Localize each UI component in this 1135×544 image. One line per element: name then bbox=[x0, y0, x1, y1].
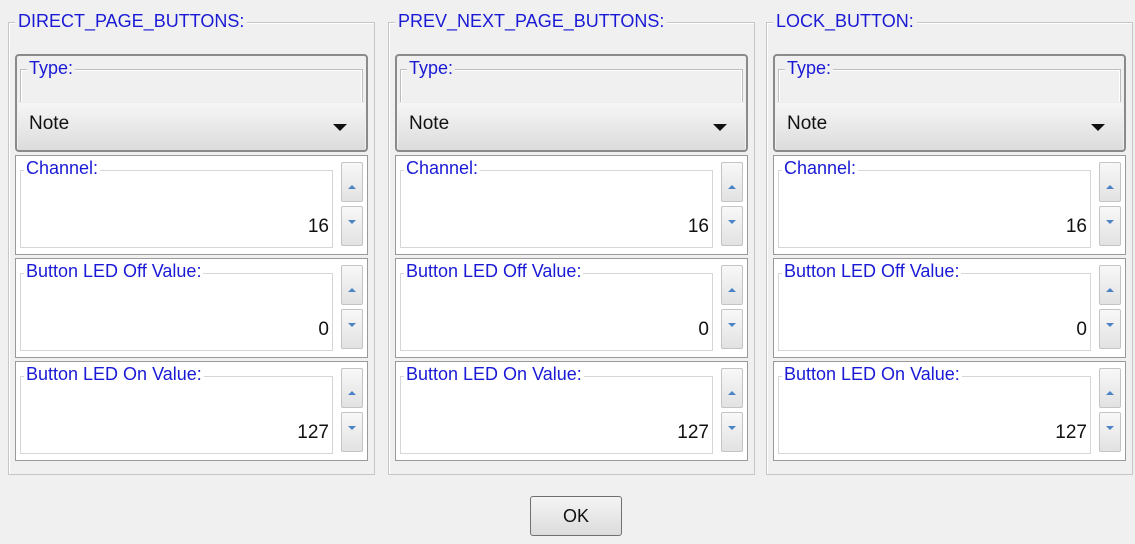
arrow-up-icon bbox=[1106, 391, 1114, 395]
channel-spinner: Channel: 16 bbox=[395, 155, 748, 255]
arrow-down-icon bbox=[348, 220, 356, 224]
increment-button[interactable] bbox=[721, 368, 743, 408]
led-off-value[interactable]: 0 bbox=[698, 319, 709, 341]
led-on-label: Button LED On Value: bbox=[24, 363, 204, 385]
type-box: Type: Note bbox=[395, 54, 748, 152]
decrement-button[interactable] bbox=[721, 206, 743, 246]
group-title: LOCK_BUTTON: bbox=[773, 9, 917, 33]
increment-button[interactable] bbox=[341, 368, 363, 408]
group-prev-next-page-buttons: PREV_NEXT_PAGE_BUTTONS: Type: Note Chann… bbox=[388, 9, 755, 475]
type-value: Note bbox=[29, 113, 70, 134]
arrow-up-icon bbox=[728, 185, 736, 189]
led-on-spinner: Button LED On Value: 127 bbox=[15, 361, 368, 461]
led-off-spinner: Button LED Off Value: 0 bbox=[773, 258, 1126, 358]
channel-label: Channel: bbox=[24, 157, 101, 179]
arrow-down-icon bbox=[1106, 323, 1114, 327]
type-box: Type: Note bbox=[15, 54, 368, 152]
increment-button[interactable] bbox=[1099, 265, 1121, 305]
arrow-down-icon bbox=[1106, 220, 1114, 224]
channel-label: Channel: bbox=[782, 157, 859, 179]
type-value: Note bbox=[787, 113, 828, 134]
led-off-spinner: Button LED Off Value: 0 bbox=[15, 258, 368, 358]
arrow-up-icon bbox=[348, 185, 356, 189]
type-label: Type: bbox=[407, 57, 456, 79]
decrement-button[interactable] bbox=[341, 412, 363, 452]
led-on-value[interactable]: 127 bbox=[1055, 422, 1087, 444]
decrement-button[interactable] bbox=[341, 206, 363, 246]
type-dropdown[interactable]: Note bbox=[18, 102, 365, 150]
arrow-up-icon bbox=[728, 288, 736, 292]
type-dropdown[interactable]: Note bbox=[776, 102, 1123, 150]
arrow-down-icon bbox=[728, 323, 736, 327]
led-off-value[interactable]: 0 bbox=[318, 319, 329, 341]
increment-button[interactable] bbox=[341, 162, 363, 202]
channel-spinner: Channel: 16 bbox=[15, 155, 368, 255]
group-direct-page-buttons: DIRECT_PAGE_BUTTONS: Type: Note Channel:… bbox=[8, 9, 375, 475]
decrement-button[interactable] bbox=[341, 309, 363, 349]
led-off-label: Button LED Off Value: bbox=[24, 260, 204, 282]
group-lock-button: LOCK_BUTTON: Type: Note Channel: 16 Butt… bbox=[766, 9, 1133, 475]
led-on-value[interactable]: 127 bbox=[297, 422, 329, 444]
led-off-value[interactable]: 0 bbox=[1076, 319, 1087, 341]
led-on-spinner: Button LED On Value: 127 bbox=[773, 361, 1126, 461]
arrow-down-icon bbox=[728, 220, 736, 224]
channel-value[interactable]: 16 bbox=[308, 216, 329, 238]
channel-label: Channel: bbox=[404, 157, 481, 179]
decrement-button[interactable] bbox=[1099, 309, 1121, 349]
led-on-label: Button LED On Value: bbox=[404, 363, 584, 385]
group-title: PREV_NEXT_PAGE_BUTTONS: bbox=[395, 9, 668, 33]
increment-button[interactable] bbox=[341, 265, 363, 305]
led-off-spinner: Button LED Off Value: 0 bbox=[395, 258, 748, 358]
type-value: Note bbox=[409, 113, 450, 134]
arrow-up-icon bbox=[348, 288, 356, 292]
decrement-button[interactable] bbox=[721, 309, 743, 349]
arrow-up-icon bbox=[1106, 288, 1114, 292]
increment-button[interactable] bbox=[721, 265, 743, 305]
channel-value[interactable]: 16 bbox=[1066, 216, 1087, 238]
decrement-button[interactable] bbox=[1099, 206, 1121, 246]
arrow-up-icon bbox=[728, 391, 736, 395]
increment-button[interactable] bbox=[1099, 162, 1121, 202]
arrow-down-icon bbox=[348, 323, 356, 327]
group-title: DIRECT_PAGE_BUTTONS: bbox=[15, 9, 248, 33]
arrow-down-icon bbox=[348, 426, 356, 430]
channel-value[interactable]: 16 bbox=[688, 216, 709, 238]
chevron-down-icon bbox=[1091, 124, 1105, 131]
led-off-label: Button LED Off Value: bbox=[404, 260, 584, 282]
increment-button[interactable] bbox=[1099, 368, 1121, 408]
increment-button[interactable] bbox=[721, 162, 743, 202]
arrow-down-icon bbox=[728, 426, 736, 430]
chevron-down-icon bbox=[713, 124, 727, 131]
ok-button[interactable]: OK bbox=[530, 496, 622, 536]
led-on-label: Button LED On Value: bbox=[782, 363, 962, 385]
led-on-value[interactable]: 127 bbox=[677, 422, 709, 444]
decrement-button[interactable] bbox=[721, 412, 743, 452]
type-box: Type: Note bbox=[773, 54, 1126, 152]
type-label: Type: bbox=[785, 57, 834, 79]
chevron-down-icon bbox=[333, 124, 347, 131]
led-on-spinner: Button LED On Value: 127 bbox=[395, 361, 748, 461]
decrement-button[interactable] bbox=[1099, 412, 1121, 452]
type-dropdown[interactable]: Note bbox=[398, 102, 745, 150]
arrow-up-icon bbox=[1106, 185, 1114, 189]
led-off-label: Button LED Off Value: bbox=[782, 260, 962, 282]
type-label: Type: bbox=[27, 57, 76, 79]
arrow-up-icon bbox=[348, 391, 356, 395]
arrow-down-icon bbox=[1106, 426, 1114, 430]
channel-spinner: Channel: 16 bbox=[773, 155, 1126, 255]
